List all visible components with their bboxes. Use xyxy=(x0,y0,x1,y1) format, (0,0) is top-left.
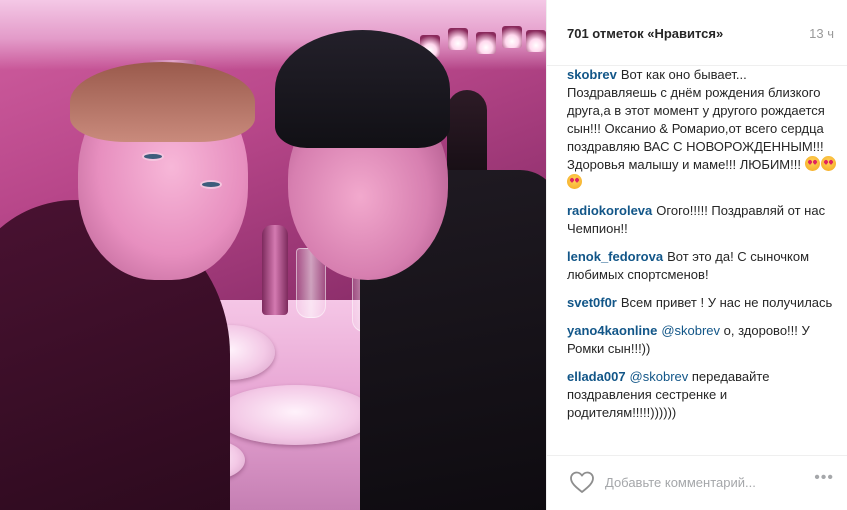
comment-username[interactable]: radiokoroleva xyxy=(567,203,652,218)
likes-count[interactable]: 701 отметок «Нравится» xyxy=(567,26,723,41)
caption: skobrev Вот как оно бывает... Поздравляеш… xyxy=(567,66,839,192)
eye xyxy=(200,180,222,189)
post-photo[interactable] xyxy=(0,0,546,510)
comment: yano4kaonline @skobrev о, здорово!!! У Ро… xyxy=(567,322,839,358)
stage-light xyxy=(502,26,522,48)
heart-eyes-emoji xyxy=(820,156,836,171)
plate xyxy=(215,385,375,445)
post-time[interactable]: 13 ч xyxy=(809,26,834,41)
stage-light xyxy=(476,32,496,54)
black-beanie xyxy=(275,30,450,148)
heart-eyes-emoji xyxy=(567,174,582,189)
comment-text: Всем привет ! У нас не получилась xyxy=(620,295,833,310)
comment-mention[interactable]: @skobrev xyxy=(630,369,689,384)
comment-input[interactable] xyxy=(605,472,805,492)
bottle xyxy=(262,225,288,315)
comment-list[interactable]: skobrev Вот как оно бывает... Поздравляеш… xyxy=(567,66,839,440)
comment-username[interactable]: skobrev xyxy=(567,67,617,82)
comment: ellada007 @skobrev передавайте поздравлен… xyxy=(567,368,839,422)
comment-username[interactable]: yano4kaonline xyxy=(567,323,657,338)
post-sidebar: 701 отметок «Нравится» 13 ч skobrev Вот к… xyxy=(546,0,847,510)
comment: lenok_fedorova Вот это да! С сыночком люб… xyxy=(567,248,839,284)
person-left-hair xyxy=(70,62,255,142)
caption-text: Вот как оно бывает... Поздравляешь с днё… xyxy=(567,67,825,172)
comment-mention[interactable]: @skobrev xyxy=(661,323,720,338)
heart-eyes-emoji xyxy=(804,156,820,171)
likes-bar: 701 отметок «Нравится» 13 ч xyxy=(547,0,847,66)
comment-username[interactable]: svet0f0r xyxy=(567,295,617,310)
eye xyxy=(142,152,164,161)
stage-light xyxy=(526,30,546,52)
comment: radiokoroleva Огого!!!!! Поздравляй от на… xyxy=(567,202,839,238)
comment: svet0f0r Всем привет ! У нас не получилас… xyxy=(567,294,839,312)
comment-username[interactable]: ellada007 xyxy=(567,369,626,384)
more-options-button[interactable]: ••• xyxy=(814,469,834,487)
stage-light xyxy=(448,28,468,50)
add-comment-bar: ••• xyxy=(547,455,847,510)
scroll-fade xyxy=(547,425,847,445)
heart-outline-icon[interactable] xyxy=(569,470,595,494)
comment-username[interactable]: lenok_fedorova xyxy=(567,249,663,264)
